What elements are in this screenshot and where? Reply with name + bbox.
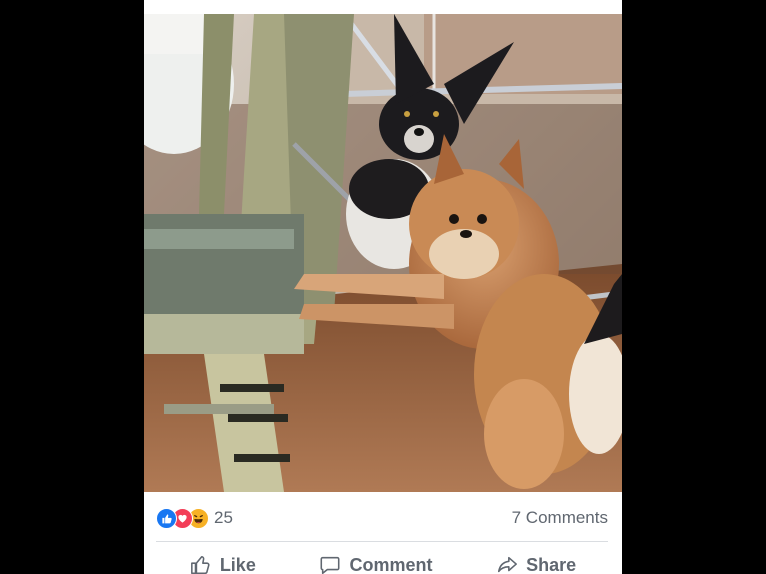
post-stats-row: 25 7 Comments bbox=[156, 503, 608, 533]
dogs-photo-image bbox=[144, 14, 622, 492]
comments-count-link[interactable]: 7 Comments bbox=[512, 508, 608, 528]
post-actions-row: Like Comment Share bbox=[144, 548, 622, 574]
share-arrow-icon bbox=[498, 556, 518, 573]
comment-button-label: Comment bbox=[349, 554, 433, 574]
actions-divider bbox=[156, 541, 608, 542]
thumbs-up-icon bbox=[190, 555, 210, 574]
comment-button[interactable]: Comment bbox=[319, 554, 433, 574]
comment-bubble-icon bbox=[320, 556, 340, 574]
reactions-summary[interactable]: 25 bbox=[156, 507, 233, 529]
like-button-label: Like bbox=[219, 554, 256, 574]
share-button[interactable]: Share bbox=[496, 554, 576, 574]
like-reaction-icon bbox=[156, 507, 177, 529]
post-photo[interactable] bbox=[144, 14, 622, 492]
share-button-label: Share bbox=[526, 554, 577, 574]
like-button[interactable]: Like bbox=[190, 554, 256, 574]
post-card: 25 7 Comments Like Comment Share bbox=[144, 0, 622, 574]
reaction-count: 25 bbox=[214, 508, 233, 527]
